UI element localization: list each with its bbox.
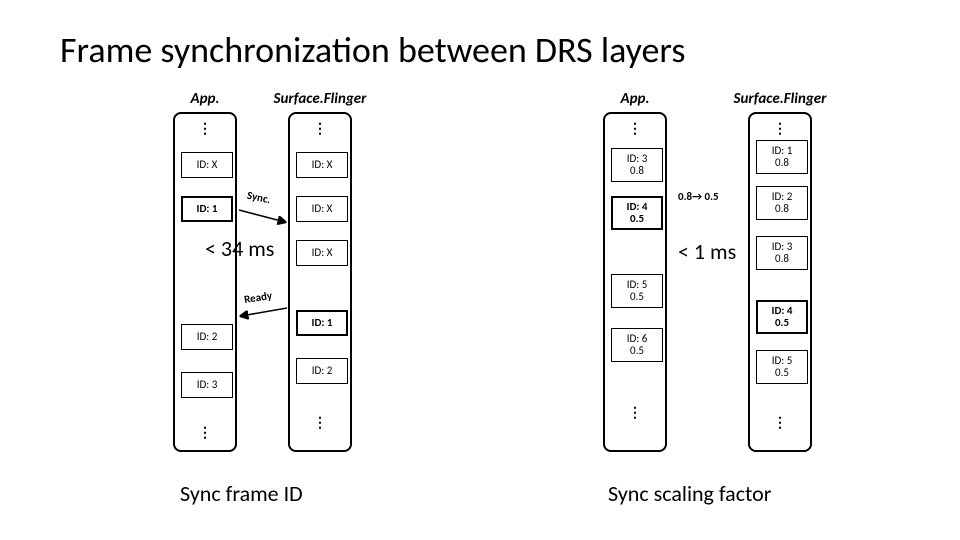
- right-app-cell-2: ID: 50.5: [611, 274, 663, 308]
- dots-top: ⋮: [198, 120, 212, 137]
- right-half: App. Surface.Flinger ⋮ ID: 30.8 ID: 40.5…: [480, 90, 960, 540]
- cell-text2: 0.5: [630, 345, 644, 357]
- cell-text: ID: 2: [197, 331, 218, 343]
- right-sf-header: Surface.Flinger: [734, 90, 827, 108]
- cell-text: ID: X: [312, 247, 333, 259]
- cell-text2: 0.5: [630, 291, 644, 303]
- dots-bot: ⋮: [628, 404, 642, 421]
- left-app-header: App.: [191, 90, 220, 108]
- right-sf-cell-0: ID: 10.8: [756, 140, 808, 174]
- cell-text2: 0.8: [630, 165, 644, 177]
- cell-text2: 0.5: [775, 317, 789, 329]
- left-half: App. Surface.Flinger ⋮ ID: X ID: 1 ID: 2…: [0, 90, 480, 540]
- left-mid-label: < 34 ms: [205, 235, 274, 262]
- left-app-cell-3: ID: 3: [181, 372, 233, 398]
- right-sf-cell-1: ID: 20.8: [756, 186, 808, 220]
- right-app-header: App.: [621, 90, 650, 108]
- cell-text2: 0.8: [775, 157, 789, 169]
- right-app-queue: ⋮ ID: 30.8 ID: 40.5 ID: 50.5 ID: 60.5 ⋮: [603, 112, 667, 452]
- left-caption: Sync frame ID: [180, 480, 303, 507]
- left-sf-cell-1: ID: X: [296, 196, 348, 222]
- left-sf-cell-3: ID: 1: [296, 310, 348, 336]
- sync-arrow-icon: [237, 202, 289, 228]
- left-sf-cell-2: ID: X: [296, 240, 348, 266]
- right-sf-cell-2: ID: 30.8: [756, 236, 808, 270]
- cell-text2: 0.5: [775, 367, 789, 379]
- left-sf-cell-4: ID: 2: [296, 358, 348, 384]
- cell-text: ID: 3: [197, 379, 218, 391]
- cell-text2: 0.8: [775, 203, 789, 215]
- dots-top: ⋮: [628, 120, 642, 137]
- right-caption: Sync scaling factor: [608, 480, 771, 507]
- cell-text: ID: 1: [197, 203, 218, 215]
- cell-text2: 0.8: [775, 253, 789, 265]
- diagram-area: App. Surface.Flinger ⋮ ID: X ID: 1 ID: 2…: [0, 90, 960, 540]
- cell-text2: 0.5: [630, 213, 644, 225]
- right-sf-queue: ⋮ ID: 10.8 ID: 20.8 ID: 30.8 ID: 40.5 ID…: [748, 112, 812, 452]
- cell-text: ID: 2: [312, 365, 333, 377]
- right-mid-label: < 1 ms: [678, 238, 736, 265]
- cell-text: ID: X: [312, 159, 333, 171]
- dots-bot: ⋮: [198, 424, 212, 441]
- left-app-cell-0: ID: X: [181, 152, 233, 178]
- right-app-cell-3: ID: 60.5: [611, 328, 663, 362]
- transition-label: 0.8→ 0.5: [678, 190, 719, 203]
- dots-bot: ⋮: [313, 414, 327, 431]
- page-title: Frame synchronization between DRS layers: [60, 28, 685, 72]
- cell-text: ID: X: [197, 159, 218, 171]
- right-app-cell-0: ID: 30.8: [611, 148, 663, 182]
- right-app-cell-1: ID: 40.5: [611, 196, 663, 230]
- cell-text: ID: 1: [312, 317, 333, 329]
- left-app-cell-2: ID: 2: [181, 324, 233, 350]
- cell-text: ID: X: [312, 203, 333, 215]
- left-sf-header: Surface.Flinger: [274, 90, 367, 108]
- left-sf-cell-0: ID: X: [296, 152, 348, 178]
- left-sf-queue: ⋮ ID: X ID: X ID: X ID: 1 ID: 2 ⋮: [288, 112, 352, 452]
- dots-bot: ⋮: [773, 414, 787, 431]
- right-sf-cell-4: ID: 50.5: [756, 350, 808, 384]
- left-app-queue: ⋮ ID: X ID: 1 ID: 2 ID: 3 ⋮: [173, 112, 237, 452]
- dots-top: ⋮: [313, 120, 327, 137]
- left-app-cell-1: ID: 1: [181, 196, 233, 222]
- right-sf-cell-3: ID: 40.5: [756, 300, 808, 334]
- dots-top: ⋮: [773, 120, 787, 137]
